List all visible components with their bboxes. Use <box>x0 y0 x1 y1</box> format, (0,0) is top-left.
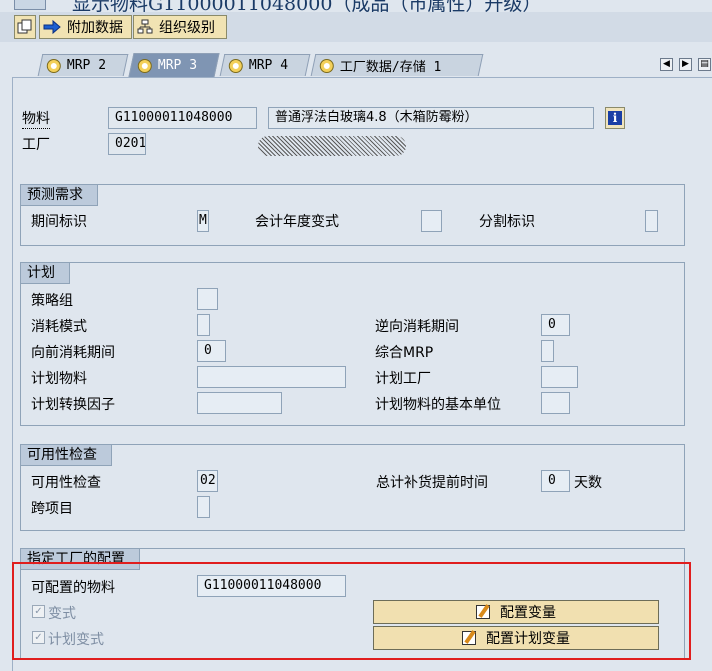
fiscal-year-variant-label: 会计年度变式 <box>255 214 339 230</box>
plant-field[interactable]: 0201 <box>108 133 146 155</box>
additional-data-label: 附加数据 <box>67 20 123 36</box>
tab-label: 工厂数据/存储 1 <box>339 60 442 75</box>
availability-check-label: 可用性检查 <box>31 475 101 491</box>
org-levels-label: 组织级别 <box>159 20 215 36</box>
group-title: 计划 <box>20 262 70 284</box>
strategy-group-field[interactable] <box>197 288 218 310</box>
planning-material-field[interactable] <box>197 366 346 388</box>
period-indicator-field[interactable]: M <box>197 210 209 232</box>
cross-project-field[interactable] <box>197 496 210 518</box>
tab-scroll-left-button[interactable]: ◀ <box>660 58 673 71</box>
days-label: 天数 <box>574 475 602 491</box>
org-levels-button[interactable]: 组织级别 <box>133 15 227 39</box>
tab-scroll-right-button[interactable]: ▶ <box>679 58 692 71</box>
group-title: 预测需求 <box>20 184 98 206</box>
org-levels-icon <box>137 19 153 34</box>
bwd-consumption-field[interactable]: 0 <box>541 314 570 336</box>
planning-plant-label: 计划工厂 <box>375 371 431 387</box>
circle-icon <box>46 58 61 73</box>
planning-plant-field[interactable] <box>541 366 578 388</box>
info-button[interactable]: i <box>605 107 625 129</box>
plant-label: 工厂 <box>22 137 50 153</box>
additional-data-button[interactable]: 附加数据 <box>39 15 132 39</box>
window-icon <box>14 0 46 10</box>
base-unit-field[interactable] <box>541 392 570 414</box>
tab-plant-data-storage1[interactable]: 工厂数据/存储 1 <box>310 54 484 76</box>
fwd-consumption-label: 向前消耗期间 <box>31 345 115 361</box>
tab-list-button[interactable]: ▤ <box>698 58 711 71</box>
planning-group: 计划 <box>20 262 685 426</box>
fwd-consumption-field[interactable]: 0 <box>197 340 226 362</box>
copy-icon <box>17 19 32 34</box>
highlight-frame <box>12 562 691 660</box>
period-indicator-label: 期间标识 <box>31 214 87 230</box>
tab-mrp2[interactable]: MRP 2 <box>37 54 129 76</box>
mixed-mrp-label: 综合MRP <box>375 345 434 361</box>
total-rlt-label: 总计补货提前时间 <box>376 475 488 491</box>
base-unit-label: 计划物料的基本单位 <box>375 397 501 413</box>
consumption-mode-label: 消耗模式 <box>31 319 87 335</box>
planning-material-label: 计划物料 <box>31 371 87 387</box>
window-title: 显示物料G11000011048000（成品（市属性）升级） <box>72 0 542 12</box>
window-title-bar: 显示物料G11000011048000（成品（市属性）升级） <box>0 0 712 12</box>
fiscal-year-variant-field[interactable] <box>421 210 442 232</box>
bwd-consumption-label: 逆向消耗期间 <box>375 319 459 335</box>
splitting-indicator-label: 分割标识 <box>479 214 535 230</box>
availability-check-field[interactable]: 02 <box>197 470 218 492</box>
consumption-mode-field[interactable] <box>197 314 210 336</box>
conv-factor-field[interactable] <box>197 392 282 414</box>
cross-project-label: 跨项目 <box>31 501 73 517</box>
tab-mrp4[interactable]: MRP 4 <box>219 54 311 76</box>
tab-label: MRP 2 <box>66 58 107 73</box>
material-description-field[interactable]: 普通浮法白玻璃4.8（木箱防霉粉） <box>268 107 594 129</box>
other-material-button[interactable] <box>14 15 36 39</box>
material-label: 物料 <box>22 108 50 129</box>
tab-strip: MRP 2 MRP 3 MRP 4 工厂数据/存储 1 ◀ ▶ ▤ <box>0 48 712 78</box>
arrow-right-icon <box>43 19 61 35</box>
splitting-indicator-field[interactable] <box>645 210 658 232</box>
material-field[interactable]: G11000011048000 <box>108 107 257 129</box>
redacted-area <box>258 136 406 156</box>
strategy-group-label: 策略组 <box>31 293 73 309</box>
circle-icon <box>137 58 152 73</box>
circle-icon <box>228 58 243 73</box>
info-icon: i <box>608 111 622 125</box>
tab-label: MRP 4 <box>248 58 289 73</box>
forecast-requirements-group: 预测需求 <box>20 184 685 246</box>
mixed-mrp-field[interactable] <box>541 340 554 362</box>
tab-label: MRP 3 <box>157 58 198 73</box>
group-title: 可用性检查 <box>20 444 112 466</box>
tab-mrp3[interactable]: MRP 3 <box>128 53 220 77</box>
circle-icon <box>319 58 334 73</box>
conv-factor-label: 计划转换因子 <box>31 397 115 413</box>
application-toolbar: 附加数据 组织级别 <box>0 12 712 42</box>
total-rlt-field[interactable]: 0 <box>541 470 570 492</box>
